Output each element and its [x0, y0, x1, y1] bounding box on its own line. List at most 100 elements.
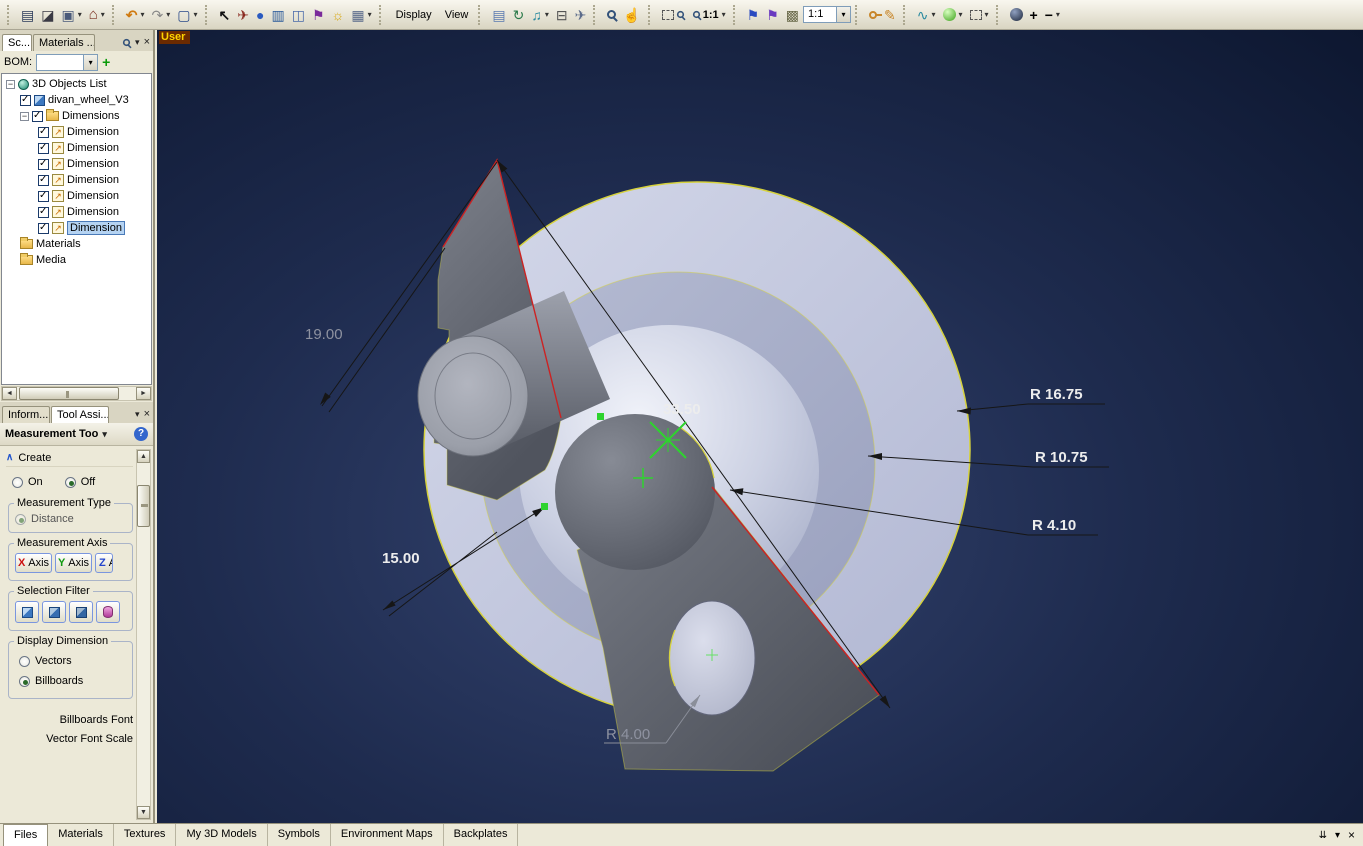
book-button[interactable]: ▥	[268, 3, 287, 27]
toolbar-grip[interactable]	[855, 5, 861, 25]
window-layout-button[interactable]: ▣▾	[58, 3, 84, 27]
dim-label-r10-75[interactable]: R 10.75	[1035, 449, 1088, 466]
dim-label-33-50[interactable]: 33.50	[663, 401, 701, 418]
scrollbar-thumb[interactable]	[19, 387, 119, 400]
animation-button[interactable]: ∿▾	[914, 3, 939, 27]
tab-symbols[interactable]: Symbols	[268, 824, 331, 846]
collapse-icon[interactable]	[6, 80, 15, 89]
print-button[interactable]: ⊟	[553, 3, 571, 27]
select-cursor-button[interactable]: ↖	[216, 3, 234, 27]
zoom-out-button[interactable]: −▾	[1042, 3, 1063, 27]
dim-label-15[interactable]: 15.00	[382, 550, 420, 567]
close-icon[interactable]: ×	[144, 36, 150, 48]
library-button[interactable]: ◫	[289, 3, 308, 27]
tree-node-dimension[interactable]: Dimension	[2, 188, 151, 204]
toolbar-grip[interactable]	[996, 5, 1002, 25]
tree-node-dimension[interactable]: Dimension	[2, 156, 151, 172]
zoom-in-button[interactable]: +	[1027, 3, 1041, 27]
viewport-3d[interactable]: User	[157, 30, 1363, 823]
dim-label-r16-75[interactable]: R 16.75	[1030, 386, 1083, 403]
annotate-button[interactable]: ✎	[881, 3, 899, 27]
texture-checker-button[interactable]: ▩	[783, 3, 802, 27]
x-axis-button[interactable]: XAxis	[15, 553, 52, 573]
dim-label-19[interactable]: 19.00	[305, 326, 343, 343]
scroll-left-icon[interactable]: ◄	[2, 387, 17, 400]
flag-violet-button[interactable]: ⚑	[763, 3, 782, 27]
tree-node-3d-objects[interactable]: 3D Objects List	[2, 76, 151, 92]
dim-label-r4-10[interactable]: R 4.10	[1032, 517, 1076, 534]
panel-menu-icon[interactable]: ▾	[135, 409, 140, 420]
zoom-one-to-one-button[interactable]: 1:1▾	[689, 3, 729, 27]
tab-materials[interactable]: Materials ...	[33, 34, 95, 51]
tree-node-dimension-selected[interactable]: Dimension	[2, 220, 151, 236]
tool-vertical-scrollbar[interactable]: ▲ ▼	[136, 449, 151, 820]
media-button[interactable]: ♫▾	[528, 3, 552, 27]
undo-button[interactable]: ↶▾	[123, 3, 148, 27]
grid-snap-button[interactable]: ▦▾	[348, 3, 374, 27]
bom-select[interactable]: ▾	[36, 54, 98, 71]
filter-cylinder-button[interactable]	[96, 601, 120, 623]
toolbar-grip[interactable]	[205, 5, 211, 25]
toolbar-grip[interactable]	[593, 5, 599, 25]
redo-button[interactable]: ↷▾	[149, 3, 174, 27]
scene-structure-button[interactable]: ▤	[18, 3, 37, 27]
find-icon[interactable]	[123, 38, 130, 45]
home-view-button[interactable]: ⌂▾	[86, 3, 108, 27]
toolbar-grip[interactable]	[112, 5, 118, 25]
zoom-region-button[interactable]	[659, 3, 688, 27]
visibility-checkbox[interactable]	[32, 111, 43, 122]
tab-scene[interactable]: Sc...	[2, 34, 32, 51]
bom-add-button[interactable]: +	[102, 54, 110, 70]
visibility-checkbox[interactable]	[38, 159, 49, 170]
display-menu-button[interactable]: Display	[390, 3, 438, 27]
toolbar-grip[interactable]	[648, 5, 654, 25]
flag-blue-button[interactable]: ⚑	[744, 3, 763, 27]
part-hub[interactable]	[555, 414, 715, 570]
tools-button[interactable]: ◪	[38, 3, 57, 27]
tab-backplates[interactable]: Backplates	[444, 824, 519, 846]
scale-select[interactable]: 1:1▾	[803, 6, 851, 23]
radio-vectors[interactable]: Vectors	[15, 651, 128, 671]
close-icon[interactable]: ×	[1348, 828, 1355, 842]
panel-menu-icon[interactable]: ▾	[1335, 830, 1340, 841]
tree-node-materials[interactable]: Materials	[2, 236, 151, 252]
visibility-checkbox[interactable]	[38, 175, 49, 186]
tree-node-media[interactable]: Media	[2, 252, 151, 268]
tool-header[interactable]: Measurement Too ▾	[0, 423, 153, 446]
toolbar-grip[interactable]	[733, 5, 739, 25]
license-key-button[interactable]	[866, 3, 880, 27]
tree-node-dimension[interactable]: Dimension	[2, 204, 151, 220]
visibility-checkbox[interactable]	[38, 207, 49, 218]
tree-node-dimension[interactable]: Dimension	[2, 124, 151, 140]
close-icon[interactable]: ×	[144, 408, 150, 420]
tree-node-dimension[interactable]: Dimension	[2, 172, 151, 188]
scroll-up-icon[interactable]: ▲	[137, 450, 150, 463]
visibility-checkbox[interactable]	[38, 191, 49, 202]
dim-label-r4-00[interactable]: R 4.00	[606, 726, 650, 743]
scene-canvas[interactable]: 19.00 33.50 15.00 R 16.75 R 10.75 R 4.10…	[157, 30, 1363, 823]
tab-textures[interactable]: Textures	[114, 824, 177, 846]
tool-menu-icon[interactable]: ▾	[102, 429, 107, 440]
visibility-checkbox[interactable]	[38, 127, 49, 138]
flag-button[interactable]: ⚑	[309, 3, 328, 27]
view-menu-button[interactable]: View	[439, 3, 475, 27]
jet-navigation-button[interactable]: ✈	[572, 3, 590, 27]
filter-face-button[interactable]	[42, 601, 66, 623]
collapse-panel-icon[interactable]: ⇊	[1319, 830, 1327, 841]
panel-menu-icon[interactable]: ▾	[135, 37, 140, 48]
radio-on[interactable]: On	[12, 476, 43, 488]
scroll-down-icon[interactable]: ▼	[137, 806, 150, 819]
toolbar-grip[interactable]	[903, 5, 909, 25]
scrollbar-thumb[interactable]	[137, 485, 150, 527]
filter-solid-button[interactable]	[15, 601, 39, 623]
toolbar-grip[interactable]	[478, 5, 484, 25]
radio-off[interactable]: Off	[65, 476, 95, 488]
toolbar-grip[interactable]	[7, 5, 13, 25]
tab-files[interactable]: Files	[3, 824, 48, 846]
y-axis-button[interactable]: YAxis	[55, 553, 92, 573]
tree-node-dimension[interactable]: Dimension	[2, 140, 151, 156]
toolbar-grip[interactable]	[379, 5, 385, 25]
visibility-checkbox[interactable]	[38, 223, 49, 234]
environment-button[interactable]	[1007, 3, 1026, 27]
collapse-icon[interactable]	[20, 112, 29, 121]
